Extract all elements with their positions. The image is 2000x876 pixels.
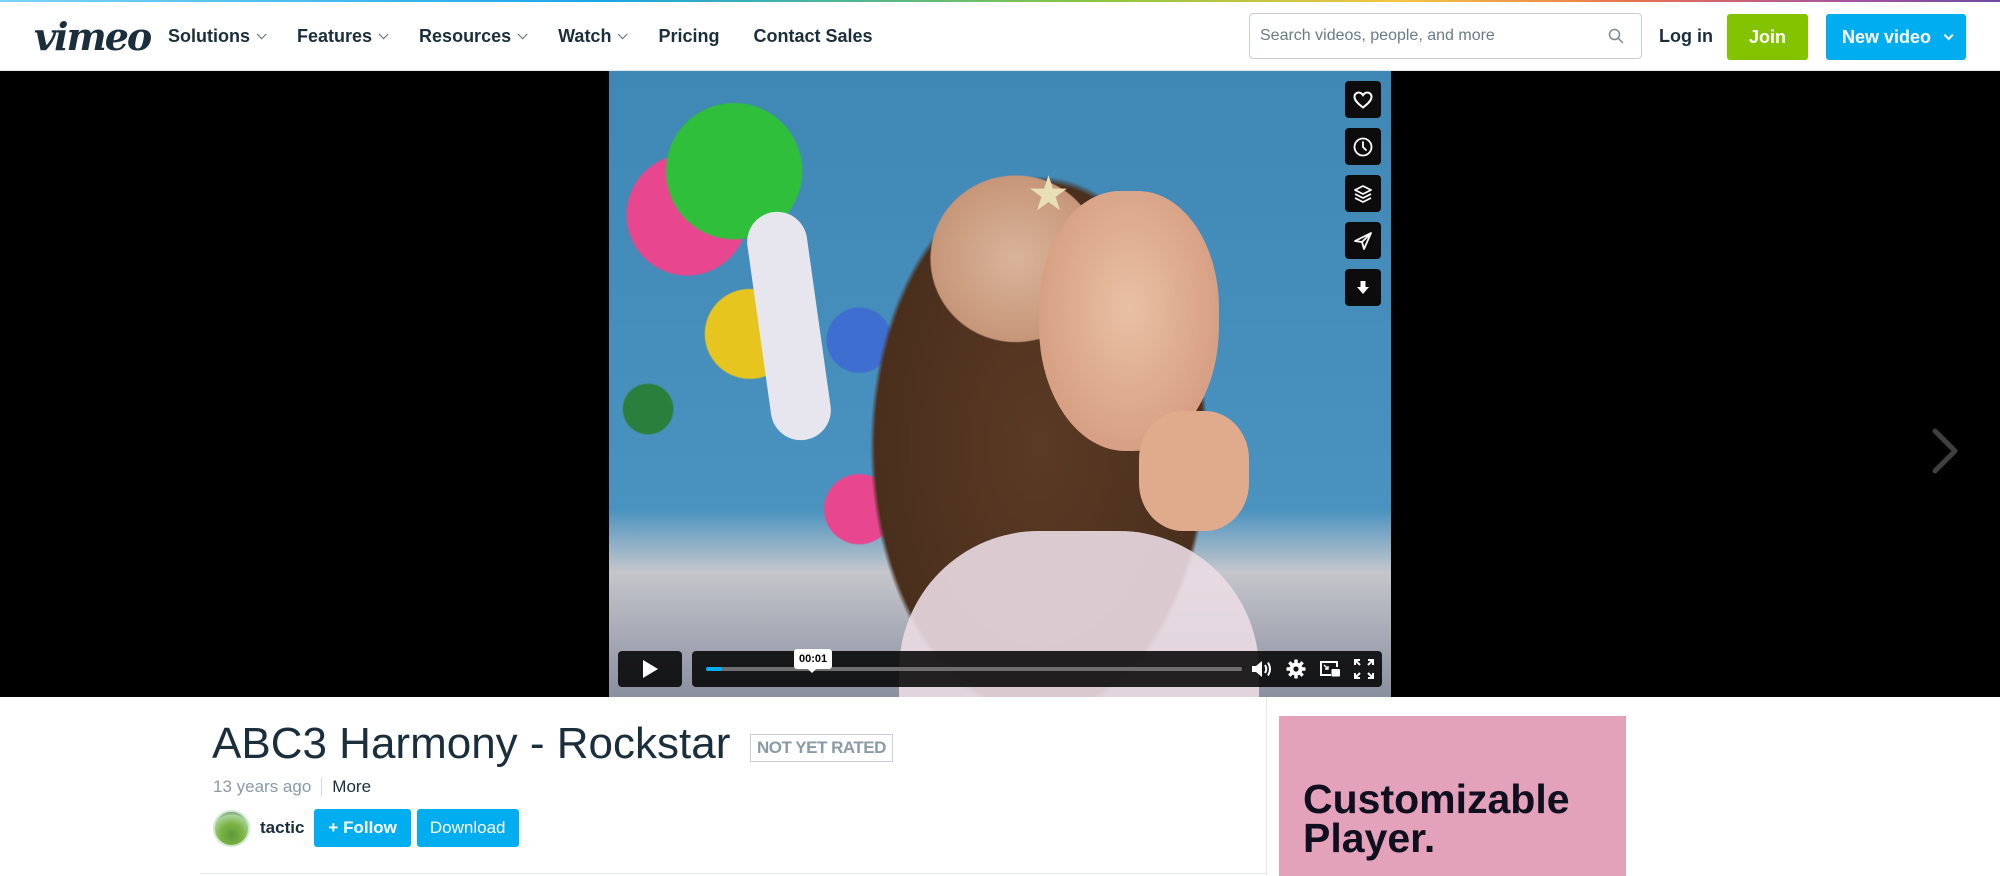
settings-button[interactable] [1284, 657, 1308, 681]
nav-contact-sales[interactable]: Contact Sales [753, 26, 872, 47]
new-video-label: New video [1841, 26, 1932, 47]
video-frame[interactable]: ★ [609, 71, 1391, 697]
video-scene-hand [1139, 411, 1249, 531]
video-meta: 13 years ago More [213, 777, 371, 797]
chevron-down-icon [256, 29, 267, 40]
video-scene-star: ★ [1027, 168, 1071, 221]
chevron-down-icon [517, 29, 528, 40]
progress-fill [706, 667, 723, 671]
heart-icon [1353, 90, 1373, 109]
player-controls: 00:01 [618, 649, 1382, 687]
video-info: ABC3 Harmony - Rockstar NOT YET RATED 13… [200, 697, 1267, 876]
search-icon[interactable] [1601, 21, 1631, 51]
follow-button[interactable]: + Follow [314, 809, 411, 847]
nav-watch[interactable]: Watch [558, 26, 629, 47]
download-video-button[interactable] [1345, 269, 1381, 306]
section-divider [200, 873, 1267, 874]
chevron-down-icon [618, 29, 629, 40]
download-icon [1357, 280, 1369, 294]
control-bar: 00:01 [692, 649, 1382, 687]
play-icon [643, 660, 658, 678]
nav-label: Features [297, 26, 373, 46]
volume-button[interactable] [1250, 657, 1274, 681]
upload-age: 13 years ago [213, 777, 312, 796]
owner-name[interactable]: tactic [260, 818, 304, 838]
nav-label: Solutions [168, 26, 250, 46]
nav-features[interactable]: Features [297, 26, 389, 47]
control-icons [1250, 651, 1376, 687]
video-stage: ★ 00:01 [0, 71, 2000, 697]
meta-divider [321, 778, 323, 796]
new-video-button[interactable]: New video [1826, 14, 1966, 60]
chevron-down-icon [378, 29, 389, 40]
nav-pricing[interactable]: Pricing [658, 26, 719, 47]
volume-icon [1252, 661, 1271, 677]
time-tooltip: 00:01 [794, 649, 833, 673]
pip-icon [1320, 661, 1340, 677]
progress-bar[interactable]: 00:01 [706, 649, 1242, 673]
nav-label: Watch [558, 26, 612, 46]
ad-banner[interactable]: Customizable Player. [1279, 716, 1626, 876]
more-link[interactable]: More [332, 777, 371, 797]
watch-later-button[interactable] [1345, 128, 1381, 165]
share-button[interactable] [1345, 222, 1381, 259]
login-link[interactable]: Log in [1659, 26, 1713, 47]
fullscreen-button[interactable] [1352, 657, 1376, 681]
collections-button[interactable] [1345, 175, 1381, 212]
nav-solutions[interactable]: Solutions [168, 26, 267, 47]
fullscreen-icon [1354, 659, 1374, 679]
nav-label: Contact Sales [753, 26, 873, 46]
owner-row: tactic + Follow Download [213, 809, 519, 847]
clock-icon [1353, 137, 1373, 156]
join-button[interactable]: Join [1727, 14, 1808, 60]
nav-resources[interactable]: Resources [419, 26, 528, 47]
main-nav: Solutions Features Resources Watch Prici… [168, 2, 907, 71]
nav-label: Resources [419, 26, 512, 46]
like-button[interactable] [1345, 81, 1381, 118]
chevron-down-icon [1943, 29, 1954, 40]
video-scene-shoe [743, 207, 835, 445]
video-title: ABC3 Harmony - Rockstar [212, 719, 731, 768]
search-input[interactable] [1250, 14, 1601, 58]
next-video-arrow[interactable] [1925, 427, 1965, 475]
play-button[interactable] [618, 651, 682, 687]
download-button[interactable]: Download [416, 809, 519, 847]
send-icon [1354, 231, 1372, 250]
avatar[interactable] [213, 809, 250, 847]
rating-badge: NOT YET RATED [750, 734, 893, 762]
site-header: vimeo Solutions Features Resources Watch… [0, 2, 2000, 71]
search-box [1249, 13, 1642, 59]
pip-button[interactable] [1318, 657, 1342, 681]
chevron-right-icon [1932, 428, 1958, 474]
player-side-actions [1345, 81, 1381, 306]
ad-headline: Customizable Player. [1303, 776, 1570, 861]
gear-icon [1286, 659, 1306, 679]
layers-icon [1354, 184, 1372, 203]
vimeo-logo[interactable]: vimeo [34, 14, 152, 59]
nav-label: Pricing [658, 26, 720, 46]
